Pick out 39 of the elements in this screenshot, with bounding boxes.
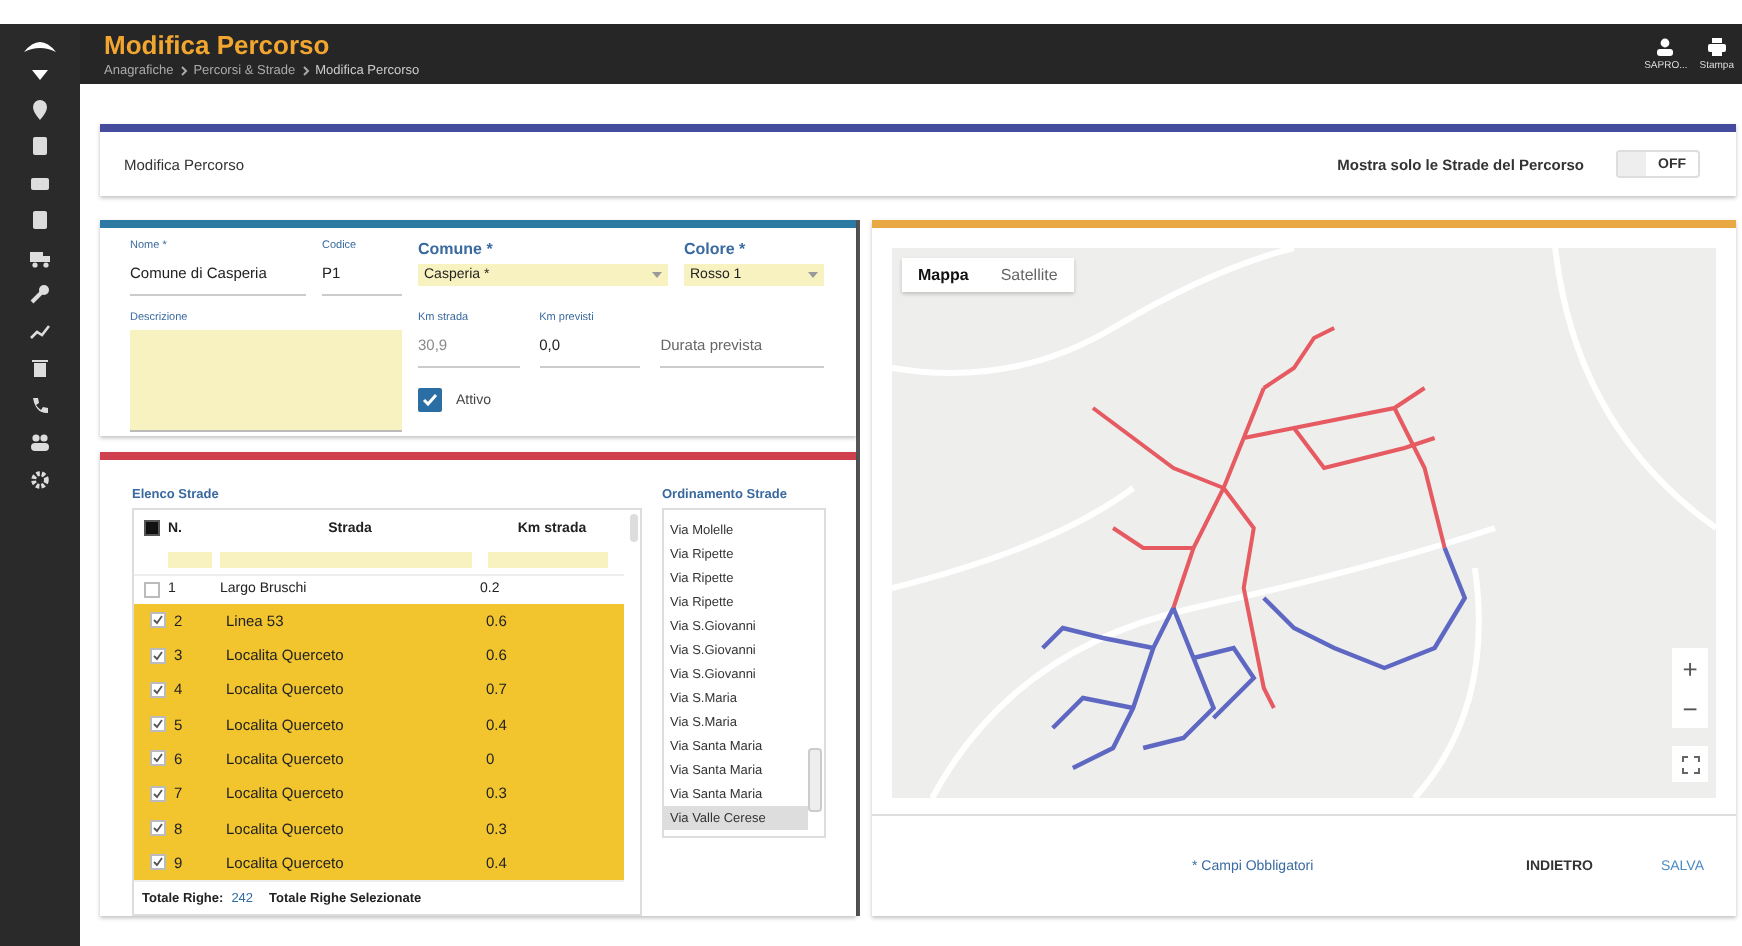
pin-icon[interactable]: [30, 99, 50, 119]
chevron-icon: [301, 66, 310, 76]
scrollbar[interactable]: [808, 748, 822, 813]
fullscreen-button[interactable]: [1672, 746, 1708, 782]
filter-input[interactable]: [168, 552, 212, 569]
row-checkbox[interactable]: [149, 820, 165, 837]
doc-icon[interactable]: [30, 136, 50, 156]
field-label: Comune *: [418, 240, 495, 258]
field-label: Colore *: [684, 240, 748, 258]
row-checkbox[interactable]: [149, 681, 165, 698]
caret-icon: [808, 272, 818, 278]
row-checkbox[interactable]: [149, 750, 165, 767]
row-checkbox[interactable]: [149, 647, 165, 664]
active-checkbox[interactable]: [418, 388, 442, 412]
gear-icon[interactable]: [30, 469, 50, 489]
scrollbar[interactable]: [630, 514, 638, 543]
user-icon: [1656, 37, 1675, 55]
map-type-tab[interactable]: Satellite: [984, 258, 1074, 292]
filter-input[interactable]: [488, 552, 608, 569]
row-checkbox[interactable]: [149, 785, 165, 802]
map-type-tab[interactable]: Mappa: [902, 258, 985, 292]
people-icon[interactable]: [30, 432, 50, 452]
phone-icon[interactable]: [30, 395, 50, 415]
row-checkbox[interactable]: [149, 716, 165, 733]
wrench-icon[interactable]: [30, 284, 50, 304]
row-checkbox[interactable]: [143, 581, 159, 598]
select-all-checkbox[interactable]: [143, 520, 159, 537]
caret-icon: [652, 272, 662, 278]
truck-icon[interactable]: [30, 247, 50, 267]
fullscreen-icon: [1681, 755, 1699, 773]
page-icon[interactable]: [30, 210, 50, 230]
chevron-icon: [179, 66, 188, 76]
trash-icon[interactable]: [30, 358, 50, 378]
chart-icon[interactable]: [30, 321, 50, 341]
page-title: Modifica Percorso: [104, 30, 332, 60]
row-checkbox[interactable]: [149, 612, 165, 629]
logo-icon: [22, 36, 58, 80]
filter-input[interactable]: [220, 552, 472, 569]
row-checkbox[interactable]: [149, 854, 165, 871]
